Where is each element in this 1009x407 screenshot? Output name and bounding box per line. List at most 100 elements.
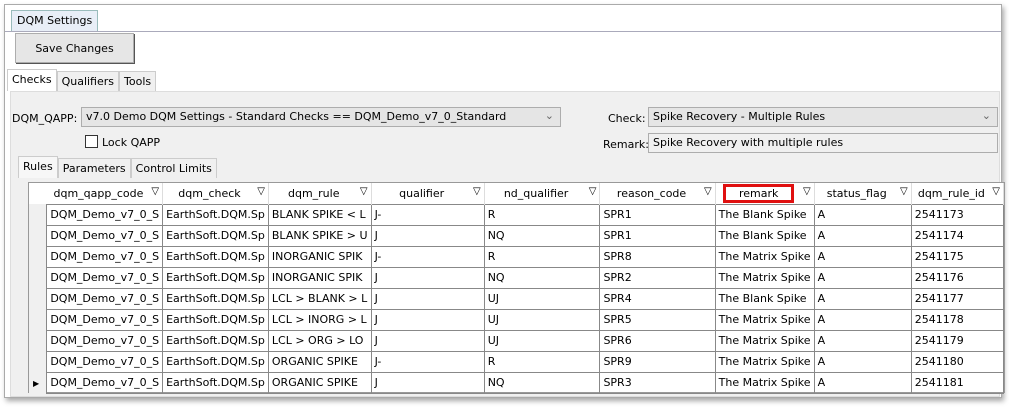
cell-qualifier[interactable]: J — [370, 266, 485, 289]
cell-nd-qualifier[interactable]: NQ — [483, 224, 601, 247]
cell-remark[interactable]: The Matrix Spike — [714, 350, 815, 373]
row-selector[interactable] — [29, 330, 48, 351]
table-row[interactable]: DQM_Demo_v7_0_S EarthSoft.DQM.Sp ORGANIC S… — [29, 350, 1005, 373]
cell-nd-qualifier[interactable]: NQ — [483, 266, 601, 289]
cell-dqm-rule-id[interactable]: 2541175 — [910, 245, 1005, 268]
cell-dqm-rule[interactable]: LCL > INORG > L — [267, 308, 372, 331]
cell-nd-qualifier[interactable]: R — [483, 203, 601, 226]
cell-dqm-qapp-code[interactable]: DQM_Demo_v7_0_S — [46, 371, 164, 394]
cell-qualifier[interactable]: J — [370, 371, 485, 394]
filter-icon[interactable]: ▽ — [992, 186, 1000, 197]
cell-dqm-rule[interactable]: ORGANIC SPIKE — [267, 350, 372, 373]
filter-icon[interactable]: ▽ — [151, 186, 159, 197]
cell-remark[interactable]: The Matrix Spike — [714, 329, 815, 352]
cell-remark[interactable]: The Blank Spike — [714, 224, 815, 247]
cell-dqm-check[interactable]: EarthSoft.DQM.Sp — [162, 350, 269, 373]
column-header-remark[interactable]: remark ▽ — [715, 183, 815, 204]
cell-dqm-qapp-code[interactable]: DQM_Demo_v7_0_S — [46, 287, 164, 310]
table-row[interactable]: DQM_Demo_v7_0_S EarthSoft.DQM.Sp BLANK SPI… — [29, 224, 1005, 247]
cell-dqm-rule-id[interactable]: 2541179 — [910, 329, 1005, 352]
cell-remark[interactable]: The Matrix Spike — [714, 245, 815, 268]
cell-qualifier[interactable]: J — [370, 287, 485, 310]
filter-icon[interactable]: ▽ — [257, 186, 265, 197]
cell-dqm-rule-id[interactable]: 2541180 — [910, 350, 1005, 373]
cell-status-flag[interactable]: A — [813, 245, 912, 268]
filter-icon[interactable]: ▽ — [704, 186, 712, 197]
filter-icon[interactable]: ▽ — [473, 186, 481, 197]
cell-remark[interactable]: The Matrix Spike — [714, 371, 815, 394]
cell-reason-code[interactable]: SPR6 — [599, 329, 716, 352]
cell-dqm-check[interactable]: EarthSoft.DQM.Sp — [162, 308, 269, 331]
column-header-dqm-rule-id[interactable]: dqm_rule_id ▽ — [911, 183, 1005, 204]
cell-remark[interactable]: The Blank Spike — [714, 203, 815, 226]
cell-qualifier[interactable]: J — [370, 308, 485, 331]
cell-nd-qualifier[interactable]: R — [483, 350, 601, 373]
check-select[interactable]: Spike Recovery - Multiple Rules ⌄ — [648, 107, 998, 127]
cell-status-flag[interactable]: A — [813, 224, 912, 247]
row-selector[interactable]: ▶ — [29, 372, 48, 393]
tab-checks[interactable]: Checks — [7, 69, 57, 91]
row-selector[interactable] — [29, 225, 48, 246]
cell-dqm-rule[interactable]: INORGANIC SPIK — [267, 266, 372, 289]
cell-reason-code[interactable]: SPR2 — [599, 266, 716, 289]
cell-dqm-rule-id[interactable]: 2541174 — [910, 224, 1005, 247]
cell-reason-code[interactable]: SPR9 — [599, 350, 716, 373]
cell-dqm-rule[interactable]: BLANK SPIKE > U — [267, 224, 372, 247]
cell-dqm-check[interactable]: EarthSoft.DQM.Sp — [162, 245, 269, 268]
cell-status-flag[interactable]: A — [813, 203, 912, 226]
row-selector[interactable] — [29, 288, 48, 309]
cell-status-flag[interactable]: A — [813, 329, 912, 352]
cell-dqm-rule[interactable]: ORGANIC SPIKE — [267, 371, 372, 394]
column-header-dqm-check[interactable]: dqm_check ▽ — [162, 183, 269, 204]
filter-icon[interactable]: ▽ — [589, 186, 597, 197]
cell-dqm-check[interactable]: EarthSoft.DQM.Sp — [162, 266, 269, 289]
table-row[interactable]: DQM_Demo_v7_0_S EarthSoft.DQM.Sp LCL > ORG… — [29, 329, 1005, 352]
cell-reason-code[interactable]: SPR8 — [599, 245, 716, 268]
lock-qapp-checkbox[interactable] — [85, 135, 98, 148]
cell-status-flag[interactable]: A — [813, 287, 912, 310]
doc-tab-dqm-settings[interactable]: DQM Settings — [11, 10, 99, 32]
cell-dqm-check[interactable]: EarthSoft.DQM.Sp — [162, 287, 269, 310]
column-header-reason-code[interactable]: reason_code ▽ — [599, 183, 716, 204]
cell-dqm-qapp-code[interactable]: DQM_Demo_v7_0_S — [46, 329, 164, 352]
cell-dqm-rule-id[interactable]: 2541173 — [910, 203, 1005, 226]
cell-status-flag[interactable]: A — [813, 350, 912, 373]
cell-reason-code[interactable]: SPR5 — [599, 308, 716, 331]
cell-qualifier[interactable]: J- — [370, 245, 485, 268]
row-selector[interactable] — [29, 204, 48, 225]
cell-dqm-check[interactable]: EarthSoft.DQM.Sp — [162, 203, 269, 226]
cell-nd-qualifier[interactable]: UJ — [483, 329, 601, 352]
cell-remark[interactable]: The Matrix Spike — [714, 308, 815, 331]
cell-remark[interactable]: The Blank Spike — [714, 287, 815, 310]
remark-field[interactable]: Spike Recovery with multiple rules — [648, 133, 998, 153]
cell-nd-qualifier[interactable]: R — [483, 245, 601, 268]
cell-status-flag[interactable]: A — [813, 266, 912, 289]
cell-dqm-check[interactable]: EarthSoft.DQM.Sp — [162, 329, 269, 352]
cell-qualifier[interactable]: J- — [370, 203, 485, 226]
cell-dqm-qapp-code[interactable]: DQM_Demo_v7_0_S — [46, 245, 164, 268]
row-selector[interactable] — [29, 351, 48, 372]
cell-dqm-rule[interactable]: INORGANIC SPIK — [267, 245, 372, 268]
tab-tools[interactable]: Tools — [119, 71, 157, 91]
column-header-status-flag[interactable]: status_flag ▽ — [814, 183, 912, 204]
cell-dqm-check[interactable]: EarthSoft.DQM.Sp — [162, 371, 269, 394]
cell-qualifier[interactable]: J- — [370, 350, 485, 373]
column-header-nd-qualifier[interactable]: nd_qualifier ▽ — [484, 183, 601, 204]
cell-dqm-rule-id[interactable]: 2541178 — [910, 308, 1005, 331]
tab-parameters[interactable]: Parameters — [57, 158, 131, 178]
table-row[interactable]: DQM_Demo_v7_0_S EarthSoft.DQM.Sp LCL > BLA… — [29, 287, 1005, 310]
table-row[interactable]: DQM_Demo_v7_0_S EarthSoft.DQM.Sp INORGANIC… — [29, 266, 1005, 289]
cell-qualifier[interactable]: J — [370, 329, 485, 352]
cell-dqm-rule-id[interactable]: 2541177 — [910, 287, 1005, 310]
save-changes-button[interactable]: Save Changes — [15, 33, 134, 63]
cell-dqm-rule[interactable]: LCL > ORG > LO — [267, 329, 372, 352]
column-header-dqm-qapp-code[interactable]: dqm_qapp_code ▽ — [46, 183, 164, 204]
cell-dqm-qapp-code[interactable]: DQM_Demo_v7_0_S — [46, 266, 164, 289]
filter-icon[interactable]: ▽ — [803, 186, 811, 197]
row-selector[interactable] — [29, 267, 48, 288]
cell-status-flag[interactable]: A — [813, 308, 912, 331]
cell-dqm-rule-id[interactable]: 2541176 — [910, 266, 1005, 289]
cell-reason-code[interactable]: SPR1 — [599, 203, 716, 226]
tab-rules[interactable]: Rules — [18, 156, 58, 178]
cell-dqm-rule[interactable]: BLANK SPIKE < L — [267, 203, 372, 226]
